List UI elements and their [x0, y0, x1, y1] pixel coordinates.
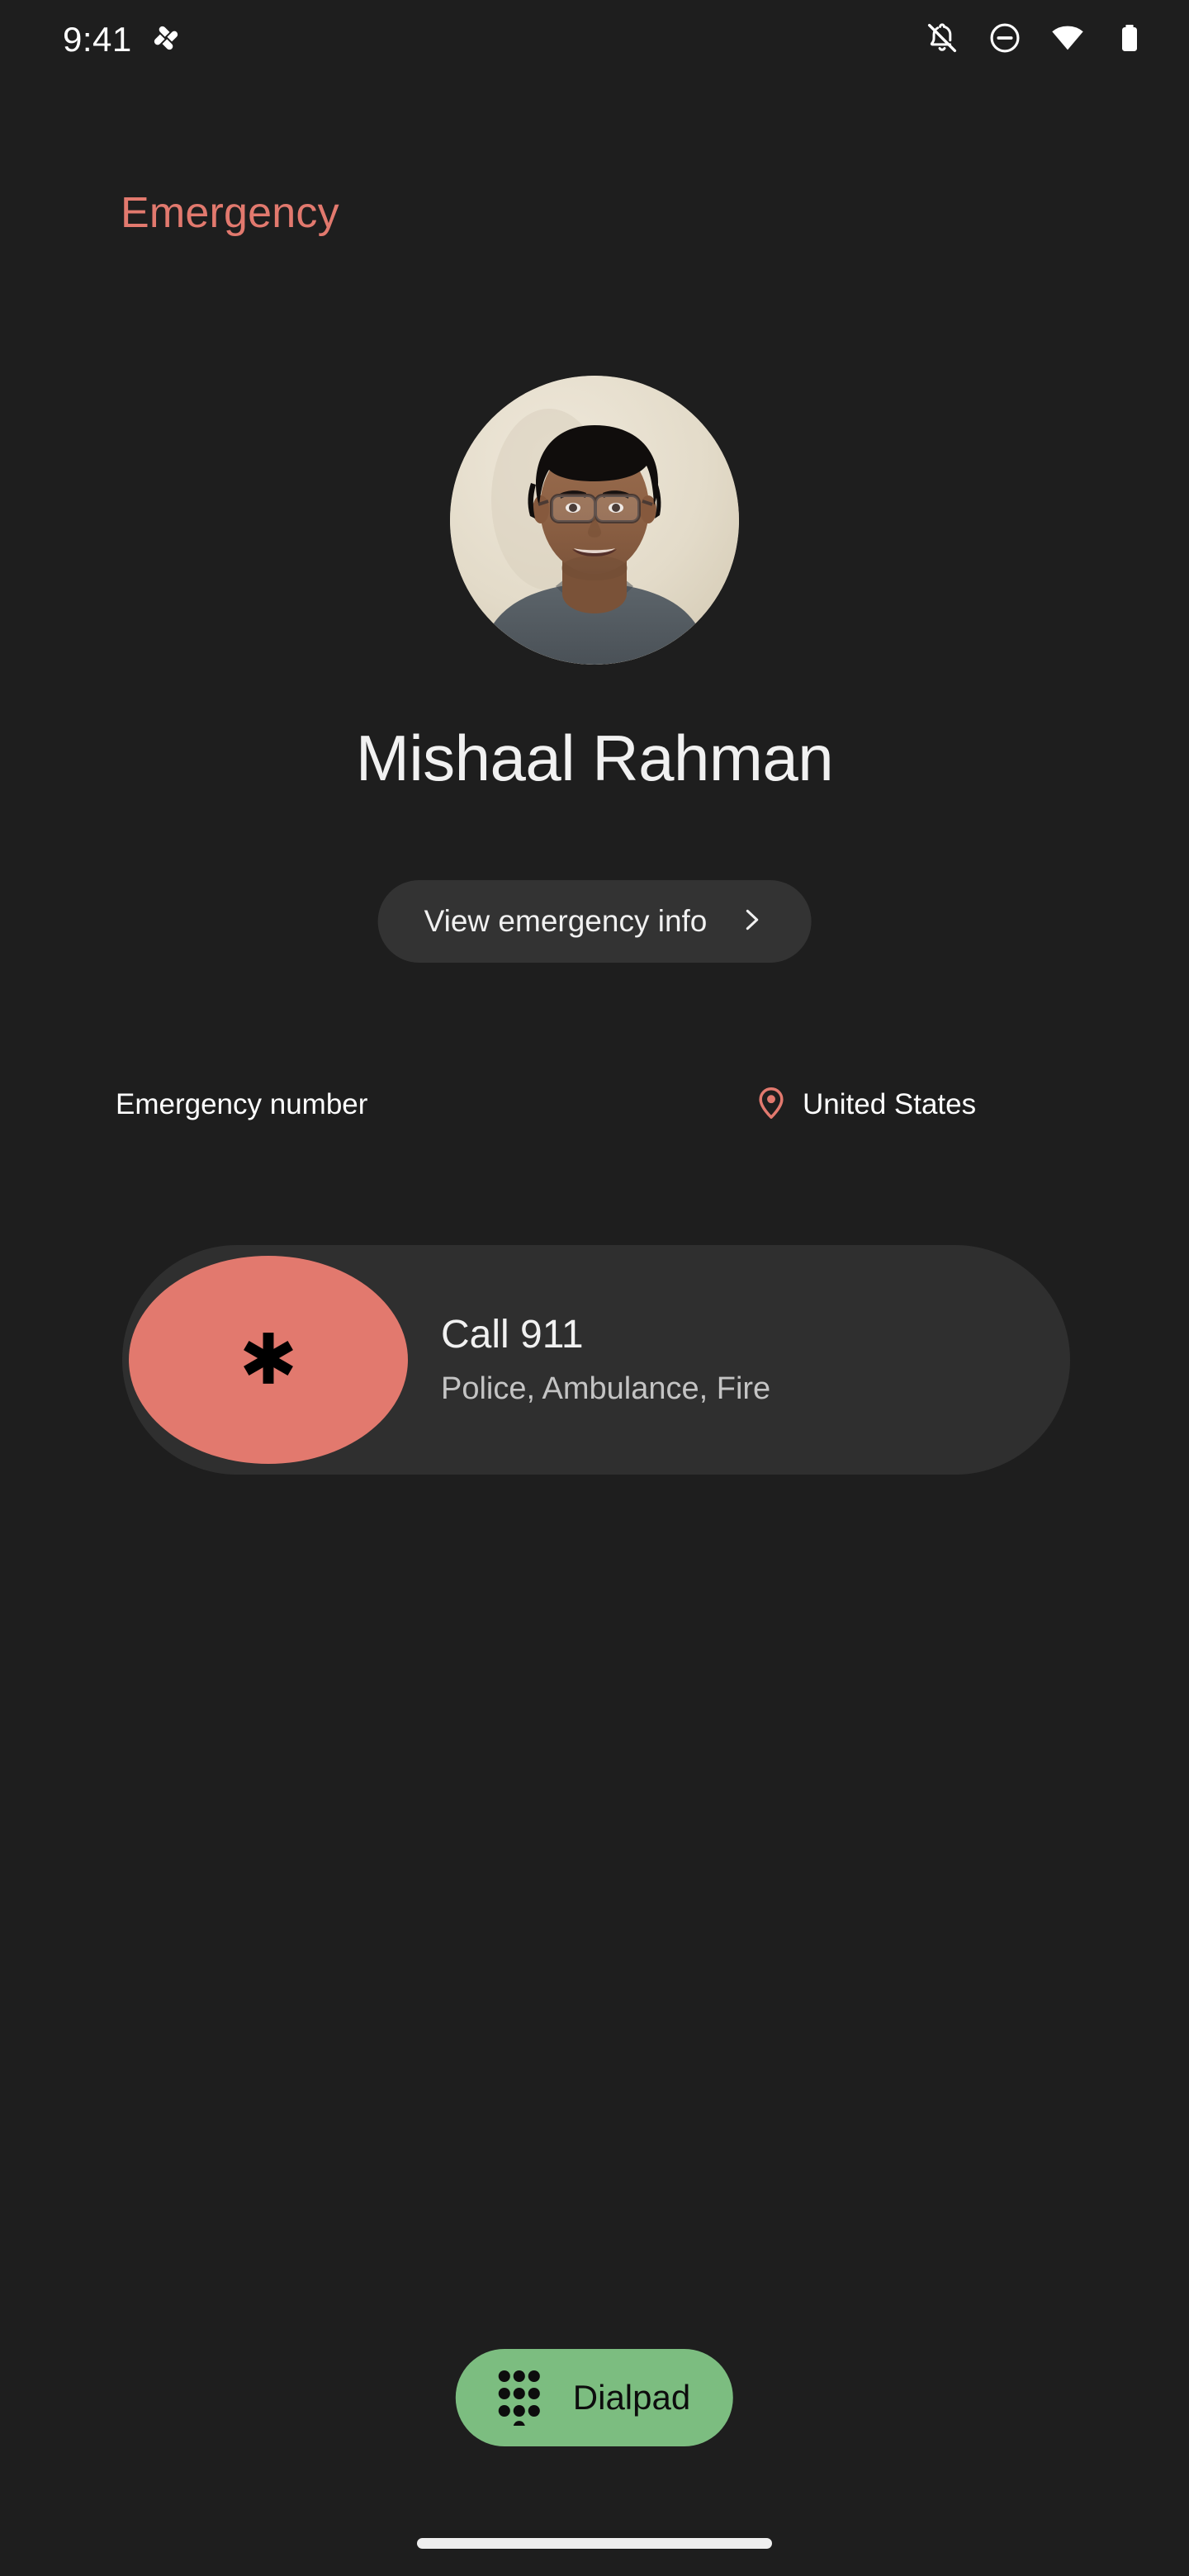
- country-indicator: United States: [753, 1085, 976, 1125]
- status-bar-left: 9:41: [63, 22, 182, 58]
- emergency-number-row: Emergency number United States: [0, 1082, 1189, 1128]
- emergency-number-label: Emergency number: [116, 1088, 368, 1120]
- do-not-disturb-icon: [988, 21, 1022, 59]
- dialpad-button[interactable]: Dialpad: [455, 2349, 734, 2446]
- dialpad-dots-icon: [494, 2366, 545, 2432]
- chevron-right-icon: [737, 906, 765, 938]
- page-title: Emergency: [121, 189, 339, 237]
- view-emergency-info-button[interactable]: View emergency info: [377, 880, 812, 963]
- home-gesture-bar[interactable]: [417, 2538, 772, 2549]
- call-emergency-number-card[interactable]: Call 911 Police, Ambulance, Fire: [122, 1245, 1070, 1475]
- notifications-muted-icon: [925, 21, 959, 59]
- call-card-text: Call 911 Police, Ambulance, Fire: [441, 1311, 770, 1408]
- contact-name: Mishaal Rahman: [355, 722, 834, 794]
- country-name: United States: [803, 1088, 977, 1120]
- status-bar-right: [925, 21, 1146, 59]
- location-pin-icon: [753, 1085, 789, 1125]
- emergency-badge: [129, 1256, 408, 1464]
- wifi-icon: [1050, 21, 1085, 59]
- view-emergency-info-label: View emergency info: [424, 904, 708, 938]
- battery-icon: [1113, 21, 1146, 59]
- call-card-subtitle: Police, Ambulance, Fire: [441, 1371, 771, 1406]
- dialpad-label: Dialpad: [572, 2378, 691, 2417]
- status-bar: 9:41: [0, 0, 1189, 79]
- app-notification-icon: [150, 22, 182, 58]
- call-card-title: Call 911: [441, 1313, 584, 1357]
- avatar-photo: [450, 376, 739, 665]
- status-bar-clock: 9:41: [63, 20, 132, 59]
- avatar: [450, 376, 739, 665]
- asterisk-star-of-life-icon: [233, 1321, 304, 1399]
- emergency-dialer-screen: 9:41 Emergency Mishaal Rahman View emerg…: [0, 0, 1189, 2576]
